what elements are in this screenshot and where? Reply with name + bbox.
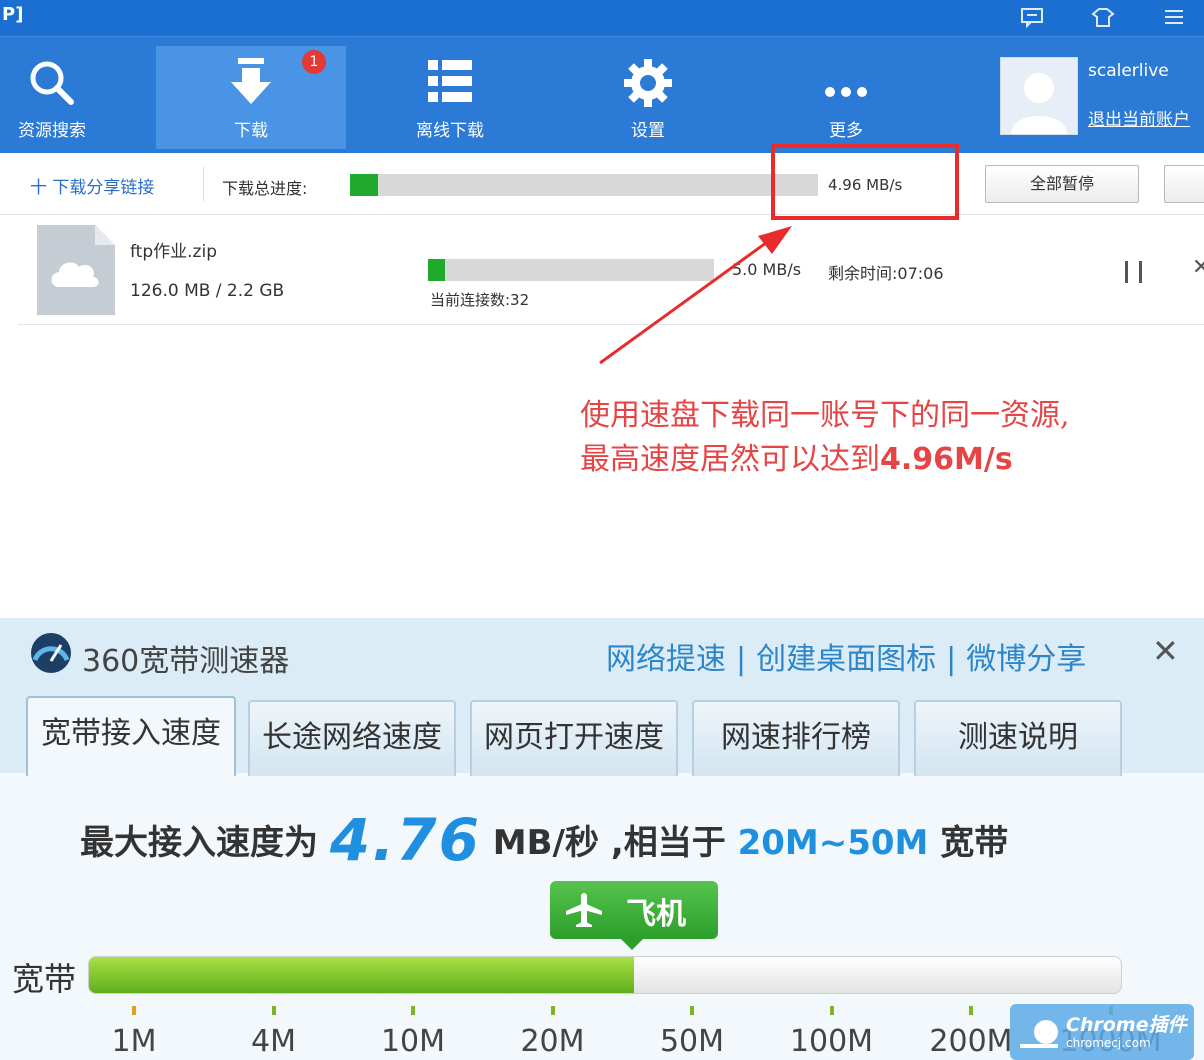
scale-tick	[271, 1006, 276, 1015]
speedtest-title: 360宽带测速器	[82, 644, 290, 679]
annotation-line-2: 最高速度居然可以达到4.96M/s	[580, 438, 1070, 482]
scale-tick	[132, 1006, 136, 1015]
scale-tick	[829, 1006, 834, 1015]
tab-ranking[interactable]: 网速排行榜	[692, 700, 900, 776]
annotation-line-1: 使用速盘下载同一账号下的同一资源,	[580, 398, 1070, 433]
max-speed-headline: 最大接入速度为 4.76 MB/秒 ,相当于 20M~50M 宽带	[80, 806, 1008, 874]
scale-tick	[411, 1006, 415, 1015]
level-pointer	[618, 936, 646, 950]
max-speed-value: 4.76	[329, 806, 481, 874]
speed-unit: MB/秒	[492, 823, 599, 863]
equivalent-band: 20M~50M	[737, 823, 929, 863]
link-weibo-share[interactable]: 微博分享	[966, 642, 1086, 677]
scale-tick-label: 50M	[659, 1024, 725, 1059]
close-icon[interactable]: ✕	[1152, 632, 1179, 670]
tab-webpage-speed[interactable]: 网页打开速度	[470, 700, 678, 776]
equivalent-prefix: ,相当于	[610, 823, 726, 863]
scale-tick-label: 20M	[520, 1024, 585, 1059]
speed-level-label: 飞机	[626, 897, 686, 932]
bandwidth-label: 宽带	[12, 960, 77, 998]
speedtest-window: 360宽带测速器 网络提速 | 创建桌面图标 | 微博分享 ✕ 宽带接入速度 长途网络速…	[0, 618, 1204, 1060]
link-separator: |	[946, 642, 957, 677]
tab-broadband-speed[interactable]: 宽带接入速度	[26, 696, 236, 776]
scale-tick-label: 1M	[111, 1024, 157, 1059]
scale-tick-label: 100M	[789, 1024, 874, 1059]
link-speedup[interactable]: 网络提速	[606, 642, 726, 677]
watermark-text: Chrome插件	[1066, 1014, 1187, 1036]
headline-prefix: 最大接入速度为	[80, 823, 318, 863]
watermark-url: chromecj.com	[1066, 1036, 1151, 1050]
tab-long-distance-speed[interactable]: 长途网络速度	[248, 700, 456, 776]
speedtest-header: 360宽带测速器 网络提速 | 创建桌面图标 | 微博分享 ✕ 宽带接入速度 长途网络速…	[0, 618, 1204, 776]
watermark: Chrome插件 chromecj.com	[1010, 1004, 1194, 1060]
speedpan-window: P] 资源搜索 1 下载 离线下载 设置 更多 scalerlive 退出当前账…	[0, 0, 1204, 606]
annotation-arrow	[599, 226, 792, 365]
speedometer-logo-icon	[31, 633, 71, 673]
scale-tick-label: 200M	[929, 1024, 1013, 1059]
scale-tick	[550, 1006, 555, 1015]
equivalent-suffix: 宽带	[940, 823, 1009, 863]
bandwidth-gauge-fill	[89, 957, 634, 993]
speed-level-badge: 飞机	[550, 881, 718, 939]
annotation-text: 使用速盘下载同一账号下的同一资源, 最高速度居然可以达到4.96M/s	[580, 394, 1070, 482]
scale-tick	[969, 1006, 973, 1015]
scale-tick-label: 4M	[251, 1024, 296, 1059]
annotation-speed-value: 4.96M/s	[880, 442, 1013, 477]
link-separator: |	[736, 642, 747, 677]
tab-help[interactable]: 测速说明	[914, 700, 1122, 776]
airplane-icon	[566, 893, 602, 927]
header-links: 网络提速 | 创建桌面图标 | 微博分享	[606, 634, 1086, 678]
snail-logo-icon	[1020, 1020, 1058, 1048]
annotation-line-2-prefix: 最高速度居然可以达到	[580, 442, 880, 477]
link-create-shortcut[interactable]: 创建桌面图标	[756, 642, 936, 677]
scale-tick-label: 10M	[380, 1024, 446, 1059]
scale-tick	[690, 1006, 694, 1015]
bandwidth-gauge	[88, 956, 1122, 994]
